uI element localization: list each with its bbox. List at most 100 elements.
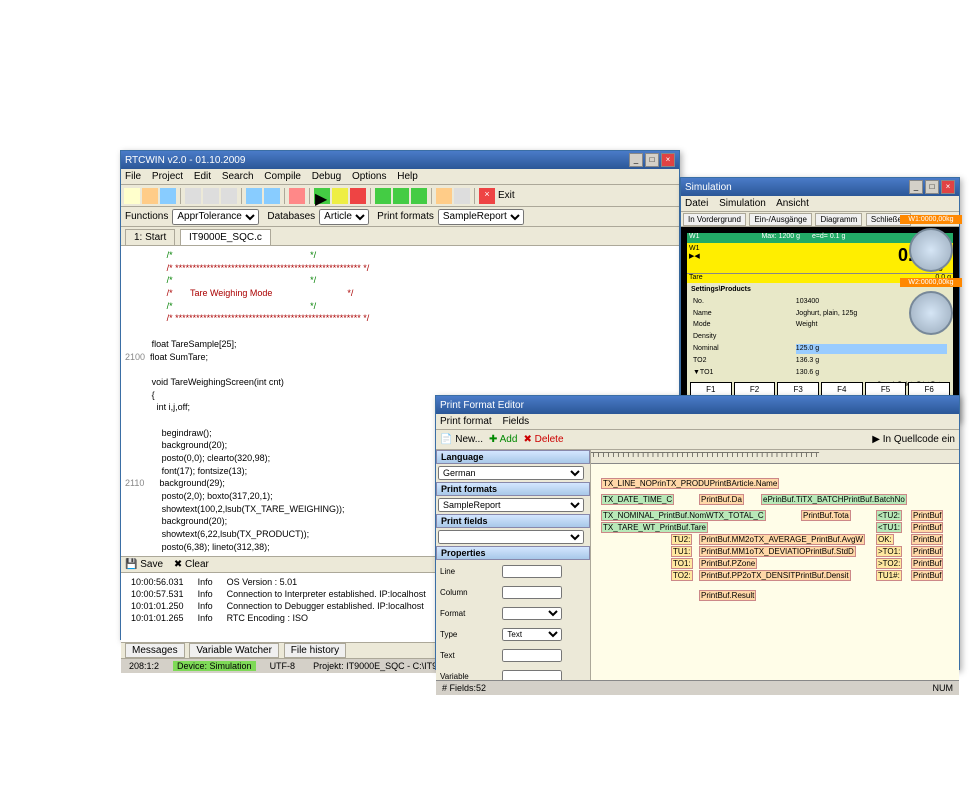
run-icon[interactable]: ▶ bbox=[314, 188, 330, 204]
stepover-icon[interactable] bbox=[375, 188, 391, 204]
pfe-new-button[interactable]: 📄 New... bbox=[440, 434, 483, 445]
menu-file[interactable]: File bbox=[125, 171, 141, 182]
prop-input-format[interactable] bbox=[502, 607, 562, 620]
tab-messages[interactable]: Messages bbox=[125, 643, 185, 658]
knob-1[interactable] bbox=[909, 228, 953, 272]
language-select[interactable]: German bbox=[438, 466, 584, 480]
print-field[interactable]: TU2: bbox=[671, 534, 692, 545]
prop-input-line[interactable] bbox=[502, 565, 562, 578]
pfe-delete-button[interactable]: ✖ Delete bbox=[523, 434, 563, 445]
menu-debug[interactable]: Debug bbox=[312, 171, 341, 182]
print-field[interactable]: PrintBuf bbox=[911, 558, 943, 569]
ide-titlebar[interactable]: RTCWIN v2.0 - 01.10.2009 _ □ × bbox=[121, 151, 679, 169]
print-field[interactable]: TO1: bbox=[671, 558, 693, 569]
f4-button[interactable]: F4 bbox=[821, 382, 863, 396]
sim-maximize-button[interactable]: □ bbox=[925, 180, 939, 194]
stepout-icon[interactable] bbox=[411, 188, 427, 204]
print-field[interactable]: >TO2: bbox=[876, 558, 902, 569]
print-field[interactable]: PrintBuf.Result bbox=[699, 590, 756, 601]
sim-menu-ansicht[interactable]: Ansicht bbox=[776, 198, 809, 209]
save-log-button[interactable]: 💾 Save bbox=[125, 559, 163, 570]
new-icon[interactable] bbox=[124, 188, 140, 204]
print-field[interactable]: <TU2: bbox=[876, 510, 902, 521]
pfe-titlebar[interactable]: Print Format Editor bbox=[436, 396, 959, 414]
print-field[interactable]: TU1: bbox=[671, 546, 692, 557]
cut-icon[interactable] bbox=[185, 188, 201, 204]
print-field[interactable]: PrintBuf.Tota bbox=[801, 510, 851, 521]
copy-icon[interactable] bbox=[203, 188, 219, 204]
print-field[interactable]: TX_DATE_TIME_C bbox=[601, 494, 674, 505]
setting-row[interactable]: ▼TO1130.6 g bbox=[693, 368, 947, 378]
sim-minimize-button[interactable]: _ bbox=[909, 180, 923, 194]
print-field[interactable]: PrintBuf.PP2oTX_DENSITPrintBuf.Densit bbox=[699, 570, 851, 581]
f5-button[interactable]: F5 bbox=[865, 382, 907, 396]
menu-options[interactable]: Options bbox=[352, 171, 386, 182]
print-field[interactable]: TU1#: bbox=[876, 570, 902, 581]
find-icon[interactable] bbox=[289, 188, 305, 204]
exit-icon[interactable]: × bbox=[479, 188, 495, 204]
f1-button[interactable]: F1 bbox=[690, 382, 732, 396]
print-field[interactable]: PrintBuf.Da bbox=[699, 494, 744, 505]
print-field[interactable]: PrintBuf bbox=[911, 546, 943, 557]
tab-start[interactable]: 1: Start bbox=[125, 229, 175, 245]
sim-titlebar[interactable]: Simulation _ □ × bbox=[681, 178, 959, 196]
format-select[interactable]: SampleReport bbox=[438, 498, 584, 512]
menu-search[interactable]: Search bbox=[222, 171, 254, 182]
sim-tab-diagram[interactable]: Diagramm bbox=[815, 213, 862, 226]
print-field[interactable]: PrintBuf bbox=[911, 510, 943, 521]
open-icon[interactable] bbox=[142, 188, 158, 204]
pfe-canvas[interactable]: ┬┬┬┬┬┬┬┬┬┬┬┬┬┬┬┬┬┬┬┬┬┬┬┬┬┬┬┬┬┬┬┬┬┬┬┬┬┬┬┬… bbox=[591, 450, 959, 680]
print-field[interactable]: PrintBuf.PZone bbox=[699, 558, 757, 569]
databases-select[interactable]: Article bbox=[319, 209, 369, 225]
sim-tab-io[interactable]: Ein-/Ausgänge bbox=[749, 213, 811, 226]
print-field[interactable]: TX_LINE_NOPrinTX_PRODUPrintBArticle.Name bbox=[601, 478, 779, 489]
print-field[interactable]: <TU1: bbox=[876, 522, 902, 533]
pfe-menu-fields[interactable]: Fields bbox=[502, 416, 529, 427]
minimize-button[interactable]: _ bbox=[629, 153, 643, 167]
settings-icon[interactable] bbox=[454, 188, 470, 204]
setting-row[interactable]: TO2136.3 g bbox=[693, 356, 947, 366]
print-field[interactable]: OK: bbox=[876, 534, 894, 545]
pfe-menu-printformat[interactable]: Print format bbox=[440, 416, 492, 427]
tab-file[interactable]: IT9000E_SQC.c bbox=[180, 229, 271, 245]
stepin-icon[interactable] bbox=[393, 188, 409, 204]
print-select[interactable]: SampleReport bbox=[438, 209, 524, 225]
close-button[interactable]: × bbox=[661, 153, 675, 167]
save-icon[interactable] bbox=[160, 188, 176, 204]
undo-icon[interactable] bbox=[246, 188, 262, 204]
functions-select[interactable]: ApprTolerance bbox=[172, 209, 259, 225]
tab-filehistory[interactable]: File history bbox=[284, 643, 346, 658]
sim-close-button[interactable]: × bbox=[941, 180, 955, 194]
sim-tab-foreground[interactable]: In Vordergrund bbox=[683, 213, 746, 226]
print-field[interactable]: PrintBuf bbox=[911, 522, 943, 533]
menu-edit[interactable]: Edit bbox=[194, 171, 211, 182]
menu-compile[interactable]: Compile bbox=[264, 171, 301, 182]
redo-icon[interactable] bbox=[264, 188, 280, 204]
prop-input-type[interactable]: Text bbox=[502, 628, 562, 641]
exit-label[interactable]: Exit bbox=[498, 190, 515, 201]
field-select[interactable] bbox=[438, 530, 584, 544]
build-icon[interactable] bbox=[436, 188, 452, 204]
prop-input-variable[interactable] bbox=[502, 670, 562, 680]
f6-button[interactable]: F6 bbox=[908, 382, 950, 396]
print-field[interactable]: PrintBuf.MM1oTX_DEVIATIOPrintBuf.StdD bbox=[699, 546, 856, 557]
print-field[interactable]: PrintBuf bbox=[911, 570, 943, 581]
print-field[interactable]: TO2: bbox=[671, 570, 693, 581]
pause-icon[interactable] bbox=[332, 188, 348, 204]
print-field[interactable]: >TO1: bbox=[876, 546, 902, 557]
f2-button[interactable]: F2 bbox=[734, 382, 776, 396]
pfe-quellcode-button[interactable]: ▶ In Quellcode ein bbox=[872, 434, 955, 445]
paste-icon[interactable] bbox=[221, 188, 237, 204]
f3-button[interactable]: F3 bbox=[777, 382, 819, 396]
prop-input-column[interactable] bbox=[502, 586, 562, 599]
menu-help[interactable]: Help bbox=[397, 171, 418, 182]
print-field[interactable]: ePrinBuf.TiTX_BATCHPrintBuf.BatchNo bbox=[761, 494, 907, 505]
maximize-button[interactable]: □ bbox=[645, 153, 659, 167]
sim-menu-datei[interactable]: Datei bbox=[685, 198, 708, 209]
setting-row[interactable]: Nominal125.0 g bbox=[693, 344, 947, 354]
sim-menu-simulation[interactable]: Simulation bbox=[719, 198, 766, 209]
print-field[interactable]: TX_TARE_WT_PrintBuf.Tare bbox=[601, 522, 708, 533]
stop-icon[interactable] bbox=[350, 188, 366, 204]
print-field[interactable]: PrintBuf.MM2oTX_AVERAGE_PrintBuf.AvgW bbox=[699, 534, 865, 545]
pfe-add-button[interactable]: ✚ Add bbox=[489, 434, 517, 445]
